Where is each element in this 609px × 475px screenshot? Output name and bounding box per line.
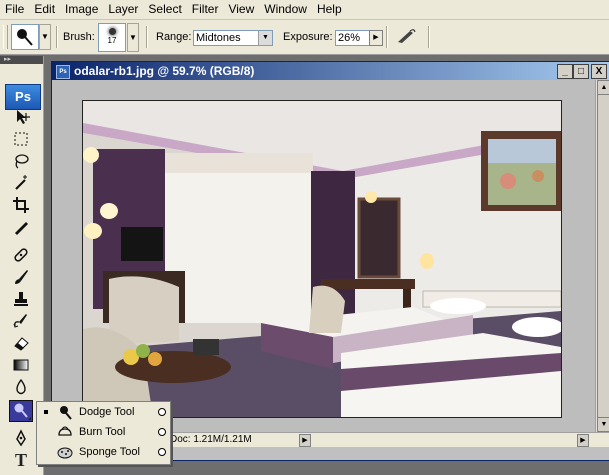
shortcut-indicator	[158, 428, 166, 436]
hotel-room-photo[interactable]	[82, 100, 562, 418]
dodge-icon[interactable]	[9, 400, 33, 422]
flyout-label: Sponge Tool	[79, 446, 140, 458]
menu-edit[interactable]: Edit	[29, 0, 60, 19]
menu-select[interactable]: Select	[143, 0, 186, 19]
exposure-label: Exposure:	[283, 31, 333, 43]
slice-icon[interactable]	[10, 218, 32, 238]
menu-help[interactable]: Help	[312, 0, 347, 19]
dodge-icon	[57, 405, 73, 420]
scroll-up-arrow[interactable]: ▲	[597, 80, 609, 95]
clone-stamp-icon[interactable]	[10, 290, 32, 310]
menu-image[interactable]: Image	[60, 0, 103, 19]
separator	[428, 26, 430, 48]
move-icon[interactable]	[10, 108, 32, 128]
status-menu-arrow[interactable]: ▶	[299, 434, 311, 447]
eraser-icon[interactable]	[10, 334, 32, 354]
lasso-icon[interactable]	[10, 152, 32, 172]
scroll-down-arrow[interactable]: ▼	[597, 417, 609, 432]
vertical-scrollbar[interactable]: ▲ ▼	[595, 80, 609, 432]
minimize-button[interactable]: _	[557, 64, 573, 79]
document-title-bar[interactable]: Ps odalar-rb1.jpg @ 59.7% (RGB/8) _ □ X	[52, 62, 609, 80]
history-brush-icon[interactable]	[10, 312, 32, 332]
brush-tip-icon	[108, 28, 116, 35]
separator	[386, 26, 388, 48]
tool-group-indicator	[28, 417, 31, 420]
ps-logo[interactable]: Ps	[5, 84, 41, 110]
chevron-down-icon[interactable]: ▼	[258, 31, 272, 45]
maximize-button[interactable]: □	[573, 64, 589, 79]
menu-window[interactable]: Window	[259, 0, 312, 19]
active-bullet	[44, 410, 48, 414]
options-grip[interactable]	[3, 25, 8, 49]
crop-icon[interactable]	[10, 196, 32, 216]
dodge-preset-icon[interactable]	[11, 24, 39, 50]
toolbox-header[interactable]: ▸▸	[0, 56, 43, 64]
burn-icon	[57, 425, 73, 440]
menu-layer[interactable]: Layer	[103, 0, 143, 19]
brush-size: 17	[107, 36, 117, 45]
range-value: Midtones	[196, 32, 241, 44]
flyout-item-sponge[interactable]: Sponge Tool	[37, 443, 170, 462]
brush-dropdown-arrow[interactable]: ▼	[127, 23, 139, 52]
doc-size-status: Doc: 1.21M/1.21M	[170, 434, 252, 445]
canvas-area[interactable]	[52, 80, 596, 432]
airbrush-icon[interactable]	[393, 27, 419, 47]
close-button[interactable]: X	[591, 64, 607, 79]
menu-file[interactable]: File	[0, 0, 29, 19]
healing-brush-icon[interactable]	[10, 246, 32, 266]
sponge-icon	[57, 445, 73, 460]
dodge-tool-flyout: Dodge Tool Burn Tool Sponge Tool	[36, 401, 171, 465]
flyout-label: Burn Tool	[79, 426, 126, 438]
exposure-input[interactable]: 26%	[335, 30, 370, 46]
brush-icon[interactable]	[10, 268, 32, 288]
scroll-thumb[interactable]	[597, 94, 609, 418]
magic-wand-icon[interactable]	[10, 174, 32, 194]
marquee-icon[interactable]	[10, 130, 32, 150]
document-title: odalar-rb1.jpg @ 59.7% (RGB/8)	[74, 64, 255, 78]
flyout-item-dodge[interactable]: Dodge Tool	[37, 403, 170, 422]
flyout-label: Dodge Tool	[79, 406, 135, 418]
exposure-slider-arrow[interactable]: ▶	[369, 30, 383, 46]
scroll-right-arrow[interactable]: ▶	[577, 434, 589, 447]
blur-icon[interactable]	[10, 378, 32, 398]
flyout-item-burn[interactable]: Burn Tool	[37, 423, 170, 442]
gradient-icon[interactable]	[10, 356, 32, 376]
brush-picker[interactable]: 17	[98, 23, 126, 52]
range-select[interactable]: Midtones ▼	[193, 30, 273, 46]
preset-dropdown-arrow[interactable]: ▼	[39, 24, 51, 50]
brush-label: Brush:	[63, 31, 95, 43]
range-label: Range:	[156, 31, 192, 43]
ps-document-icon: Ps	[56, 65, 70, 79]
separator	[56, 26, 58, 48]
shortcut-indicator	[158, 408, 166, 416]
tool-preset-picker[interactable]: ▼	[11, 24, 51, 50]
pen-icon[interactable]	[10, 429, 32, 449]
type-icon[interactable]: T	[10, 450, 32, 470]
separator	[146, 26, 148, 48]
menu-bar: File Edit Image Layer Select Filter View…	[0, 0, 609, 20]
options-bar: ▼ Brush: 17 ▼ Range: Midtones ▼ Exposure…	[0, 20, 609, 55]
menu-view[interactable]: View	[223, 0, 259, 19]
menu-filter[interactable]: Filter	[187, 0, 224, 19]
shortcut-indicator	[158, 448, 166, 456]
